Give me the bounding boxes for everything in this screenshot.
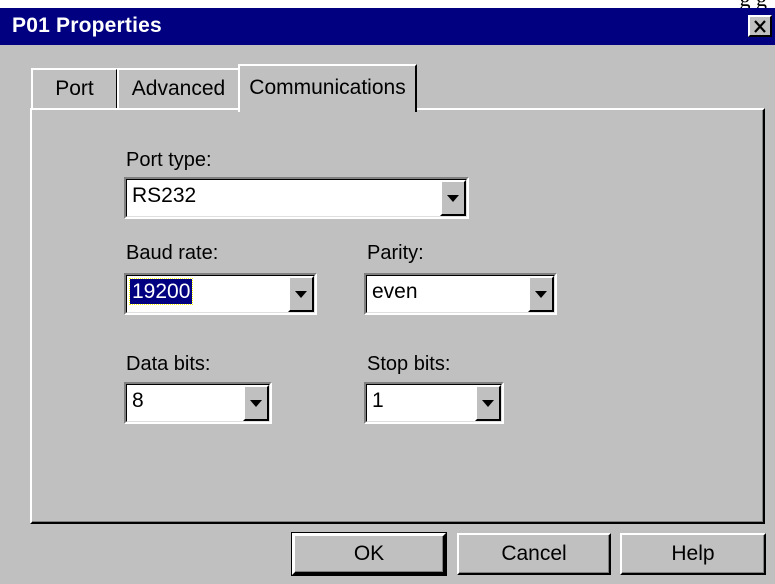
tab-communications[interactable]: Communications [238,64,417,112]
chevron-down-icon [295,290,307,298]
cancel-button[interactable]: Cancel [457,533,611,575]
parity-select[interactable]: even [364,273,557,315]
help-button[interactable]: Help [620,533,766,575]
parity-dropdown-button[interactable] [528,276,554,312]
close-button[interactable] [748,15,772,37]
stop-bits-select[interactable]: 1 [364,382,504,424]
chevron-down-icon [482,399,494,407]
chevron-down-icon [535,290,547,298]
background-document-strip: g g [0,0,775,8]
chevron-down-icon [447,194,459,202]
stop-bits-label: Stop bits: [367,353,451,375]
port-type-dropdown-button[interactable] [440,180,466,216]
data-bits-label: Data bits: [126,353,211,375]
data-bits-select[interactable]: 8 [124,382,272,424]
title-bar[interactable]: P01 Properties [0,8,775,45]
stop-bits-dropdown-button[interactable] [475,385,501,421]
baud-rate-select[interactable]: 19200 [124,273,317,315]
window-title: P01 Properties [12,14,162,37]
tab-advanced[interactable]: Advanced [117,68,240,108]
background-text: g g [740,0,768,8]
tab-port[interactable]: Port [31,68,118,108]
baud-rate-label: Baud rate: [126,242,219,264]
port-type-value: RS232 [132,184,197,207]
port-type-label: Port type: [126,149,212,171]
port-type-select[interactable]: RS232 [124,177,469,219]
baud-rate-dropdown-button[interactable] [288,276,314,312]
parity-value: even [372,280,418,303]
data-bits-value: 8 [132,389,144,412]
baud-rate-value: 19200 [128,278,194,305]
data-bits-dropdown-button[interactable] [243,385,269,421]
stop-bits-value: 1 [372,389,384,412]
parity-label: Parity: [367,242,424,264]
close-icon [754,19,766,33]
properties-dialog: P01 Properties Port Advanced Communicati… [0,8,775,584]
chevron-down-icon [250,399,262,407]
ok-button[interactable]: OK [291,532,447,576]
